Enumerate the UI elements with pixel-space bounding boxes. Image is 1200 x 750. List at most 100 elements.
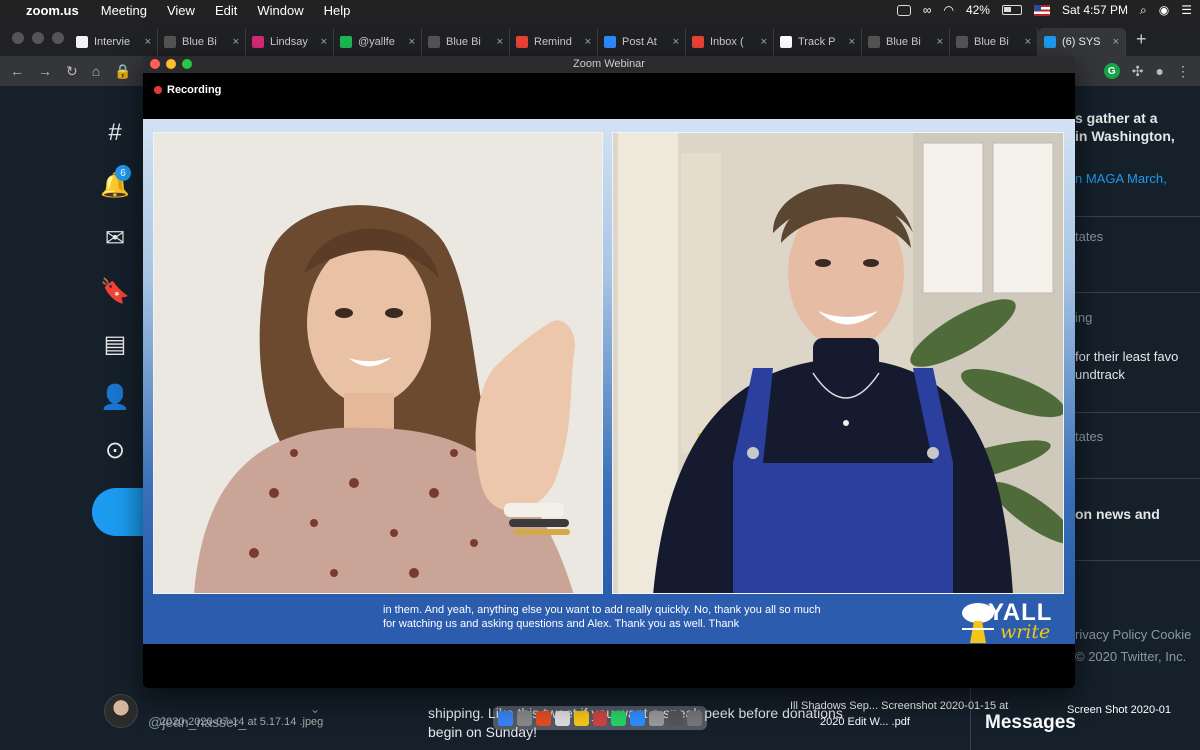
browser-tab[interactable]: (6) SYS ×: [1038, 28, 1126, 56]
chevron-down-icon[interactable]: ⌄: [310, 702, 320, 716]
notifications-bell-icon[interactable]: 🔔 6: [95, 159, 135, 212]
home-icon[interactable]: ⌂: [92, 63, 100, 79]
finder-dock-icon[interactable]: [498, 710, 513, 726]
menu-app-name[interactable]: zoom.us: [26, 3, 79, 18]
trend-text-1[interactable]: s gather at a: [1075, 110, 1200, 126]
desktop-file-label[interactable]: 2020 Edit W... .pdf: [820, 716, 910, 728]
chrome-minimize-button[interactable]: [32, 32, 44, 44]
spotlight-search-icon[interactable]: ⌕: [1140, 3, 1147, 18]
tab-title: Track P: [798, 36, 836, 48]
menu-window[interactable]: Window: [257, 3, 303, 18]
app-dock-icon[interactable]: [668, 710, 684, 726]
browser-tab[interactable]: Remind ×: [510, 28, 598, 56]
back-arrow-icon[interactable]: ←: [10, 63, 24, 79]
zoom-dock-icon[interactable]: [630, 710, 646, 726]
tab-title: Blue Bi: [886, 36, 921, 48]
input-source-flag-icon[interactable]: [1033, 4, 1050, 16]
zoom-close-button[interactable]: [150, 59, 160, 69]
tab-close-icon[interactable]: ×: [585, 36, 591, 48]
browser-tab[interactable]: @yallfe ×: [334, 28, 422, 56]
launchpad-dock-icon[interactable]: [516, 710, 532, 726]
tab-close-icon[interactable]: ×: [1025, 36, 1031, 48]
participant-video-right[interactable]: [612, 132, 1064, 594]
trend-text-5[interactable]: on news and: [1075, 506, 1200, 522]
avatar[interactable]: [104, 694, 138, 728]
zoom-fullscreen-button[interactable]: [182, 59, 192, 69]
chrome-dock-icon[interactable]: [535, 710, 551, 726]
tab-close-icon[interactable]: ×: [409, 36, 415, 48]
tab-close-icon[interactable]: ×: [145, 36, 151, 48]
zoom-title-bar[interactable]: Zoom Webinar: [143, 56, 1075, 73]
menu-help[interactable]: Help: [324, 3, 351, 18]
participant-video-left[interactable]: [153, 132, 603, 594]
creative-cloud-icon[interactable]: ∞: [923, 3, 932, 17]
trend-text-2[interactable]: in Washington,: [1075, 128, 1200, 144]
tab-favicon-icon: [780, 36, 792, 48]
more-options-icon[interactable]: ⊙: [95, 424, 135, 477]
browser-tab[interactable]: Lindsay ×: [246, 28, 334, 56]
messages-drawer-title[interactable]: Messages: [970, 688, 1200, 750]
tab-close-icon[interactable]: ×: [937, 36, 943, 48]
browser-tab[interactable]: Post At ×: [598, 28, 686, 56]
app-dock-icon[interactable]: [649, 710, 665, 726]
menu-meeting[interactable]: Meeting: [101, 3, 147, 18]
tab-close-icon[interactable]: ×: [761, 36, 767, 48]
grammarly-icon[interactable]: G: [1103, 63, 1120, 79]
whatsapp-dock-icon[interactable]: [611, 710, 627, 726]
footer-links[interactable]: rivacy Policy Cookie: [1075, 627, 1200, 642]
battery-icon[interactable]: [1001, 5, 1022, 15]
reload-icon[interactable]: ↻: [66, 63, 78, 80]
browser-tab[interactable]: Inbox (×: [686, 28, 774, 56]
trash-dock-icon[interactable]: [687, 710, 702, 726]
divider: [1075, 478, 1200, 479]
browser-tab[interactable]: Blue Bi ×: [950, 28, 1038, 56]
trend-location-2: tates: [1075, 429, 1104, 444]
desktop-file-label[interactable]: Screen Shot 2020-01: [1067, 704, 1171, 716]
menu-view[interactable]: View: [167, 3, 195, 18]
extensions-puzzle-icon[interactable]: ✣: [1132, 63, 1144, 80]
browser-tab[interactable]: Blue Bi ×: [422, 28, 510, 56]
browser-tab[interactable]: Intervie ×: [70, 28, 158, 56]
chrome-zoom-button[interactable]: [52, 32, 64, 44]
app-dock-icon[interactable]: [592, 710, 608, 726]
tab-close-icon[interactable]: ×: [673, 36, 679, 48]
trend-link[interactable]: n MAGA March,: [1075, 171, 1200, 186]
divider: [1075, 560, 1200, 561]
lists-icon[interactable]: ▤: [95, 318, 135, 371]
tab-close-icon[interactable]: ×: [849, 36, 855, 48]
tab-title: Remind: [534, 36, 572, 48]
forward-arrow-icon[interactable]: →: [38, 63, 52, 79]
zoom-window-controls: [150, 59, 192, 69]
profile-person-icon[interactable]: 👤: [95, 371, 135, 424]
participant-right-image: [613, 133, 1063, 593]
explore-hashtag-icon[interactable]: #: [95, 106, 135, 159]
siri-icon[interactable]: ◉: [1159, 3, 1169, 17]
zoom-minimize-button[interactable]: [166, 59, 176, 69]
desktop-file-label[interactable]: 2020-2020-07-14 at 5.17.14 .jpeg: [160, 716, 323, 728]
browser-tab[interactable]: Blue Bi ×: [158, 28, 246, 56]
tab-close-icon[interactable]: ×: [1113, 36, 1119, 48]
new-tab-button[interactable]: +: [1126, 29, 1157, 56]
bookmarks-icon[interactable]: 🔖: [95, 265, 135, 318]
textedit-dock-icon[interactable]: [554, 710, 570, 726]
chrome-close-button[interactable]: [12, 32, 24, 44]
trend-text-3[interactable]: for their least favo: [1075, 349, 1200, 364]
tab-close-icon[interactable]: ×: [497, 36, 503, 48]
tab-close-icon[interactable]: ×: [233, 36, 239, 48]
browser-tab[interactable]: Blue Bi ×: [862, 28, 950, 56]
menubar-clock[interactable]: Sat 4:57 PM: [1062, 3, 1128, 17]
wifi-icon[interactable]: ◠: [943, 3, 953, 17]
profile-avatar-icon[interactable]: ●: [1156, 63, 1164, 79]
notification-center-icon[interactable]: ☰: [1181, 3, 1192, 17]
zoom-status-icon[interactable]: [896, 4, 911, 16]
recording-indicator[interactable]: Recording: [154, 84, 221, 96]
browser-tab[interactable]: Track P ×: [774, 28, 862, 56]
tab-close-icon[interactable]: ×: [321, 36, 327, 48]
notes-dock-icon[interactable]: [573, 710, 589, 726]
messages-envelope-icon[interactable]: ✉: [95, 212, 135, 265]
chrome-menu-icon[interactable]: ⋮: [1176, 63, 1190, 80]
menu-edit[interactable]: Edit: [215, 3, 237, 18]
battery-percent[interactable]: 42%: [966, 3, 990, 17]
trend-text-4[interactable]: undtrack: [1075, 367, 1200, 382]
desktop-file-label[interactable]: Ill Shadows Sep... Screenshot 2020-01-15…: [790, 700, 1008, 712]
